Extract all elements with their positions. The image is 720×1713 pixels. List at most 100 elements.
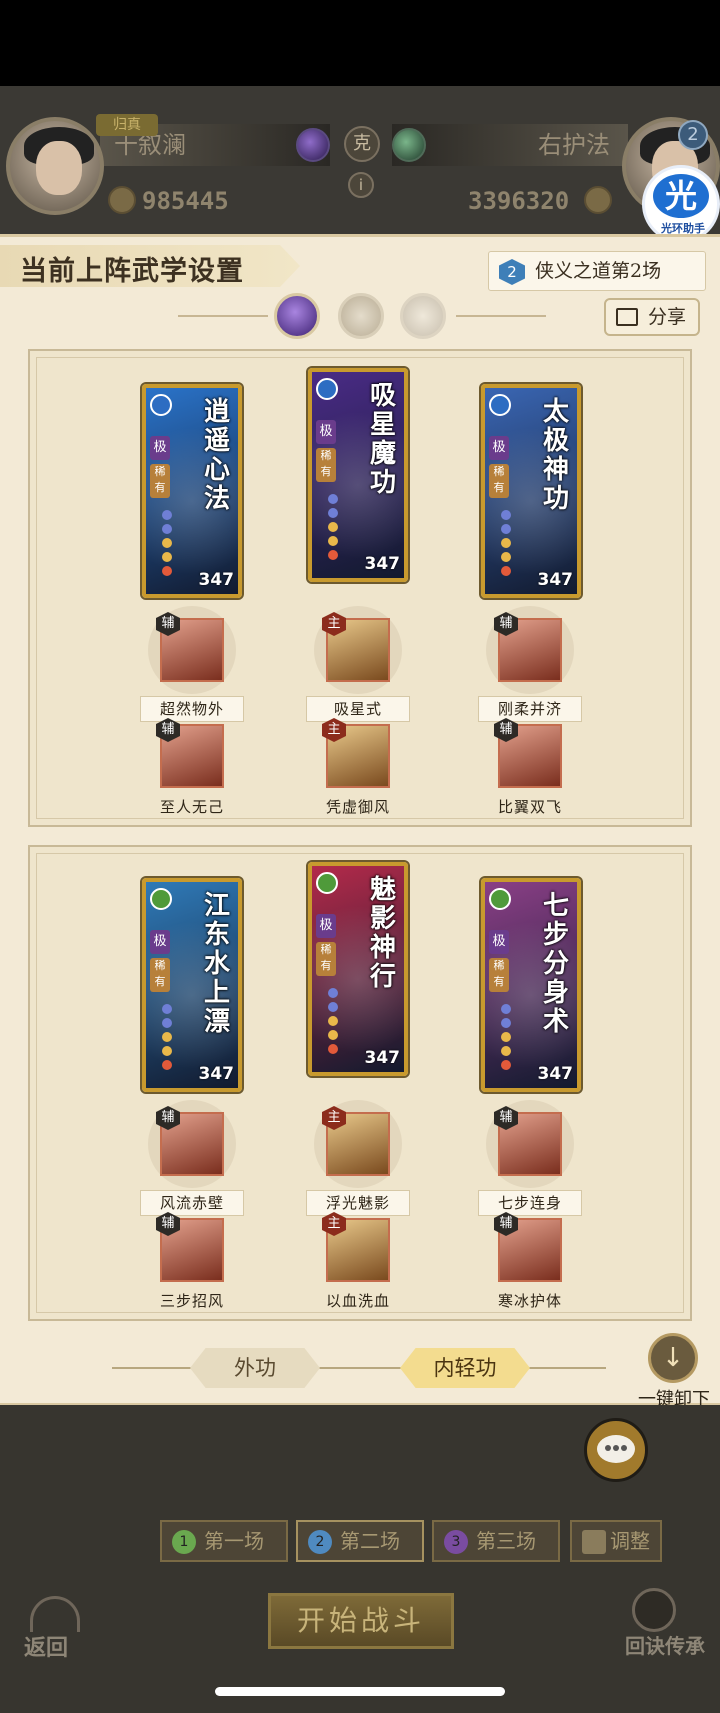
info-icon[interactable]: i — [348, 172, 374, 198]
skill-card[interactable]: 极稀有 吸星魔功 347 — [308, 368, 408, 582]
skill-slot[interactable]: 主 — [320, 718, 396, 794]
card-power: 347 — [537, 1064, 574, 1084]
card-grade-badge: 极 — [316, 914, 336, 938]
fight3-button[interactable]: 3 第三场 — [432, 1520, 560, 1562]
card-rarity-badge: 稀有 — [150, 958, 170, 992]
tab-outer-skill[interactable]: 外功 — [190, 1348, 320, 1388]
moon-type-tab[interactable] — [274, 293, 320, 339]
skill-slot[interactable]: 辅 — [148, 606, 236, 694]
crescent-type-tab[interactable] — [400, 293, 446, 339]
skill-slot[interactable]: 辅 — [486, 1100, 574, 1188]
right-gold-icon — [584, 186, 612, 214]
moon-orb-icon — [296, 128, 330, 162]
card-title: 吸星魔功 — [369, 381, 396, 498]
card-title: 七步分身术 — [542, 891, 569, 1037]
fight2-button[interactable]: 2 第二场 — [296, 1520, 424, 1562]
card-level-dots — [152, 1000, 192, 1070]
left-gold-icon — [108, 186, 136, 214]
skill-slot[interactable]: 辅 — [492, 1212, 568, 1288]
skill-card[interactable]: 极稀有 魅影神行 347 — [308, 862, 408, 1076]
round-number-badge: 2 — [499, 259, 525, 285]
skill-slot[interactable]: 辅 — [148, 1100, 236, 1188]
section-title-ribbon: 当前上阵武学设置 — [0, 245, 300, 287]
assistant-logo-icon: 光 — [653, 174, 709, 218]
chat-button[interactable] — [584, 1418, 648, 1482]
card-grade-badge: 极 — [489, 930, 509, 954]
card-rarity-badge: 稀有 — [150, 464, 170, 498]
skill-slot[interactable]: 辅 — [154, 718, 230, 794]
versus-bar: 十叙澜 右护法 985445 3396320 克 i — [0, 86, 720, 234]
recall-icon — [632, 1588, 676, 1632]
card-grade-badge: 极 — [150, 930, 170, 954]
card-level-dots — [318, 984, 358, 1054]
sun-type-tab[interactable] — [338, 293, 384, 339]
card-grade-badge: 极 — [316, 420, 336, 444]
skill-name: 寒冰护体 — [497, 1292, 562, 1310]
left-player-avatar[interactable] — [6, 117, 104, 215]
skill-slot[interactable]: 辅 — [492, 718, 568, 794]
right-gold-value: 3396320 — [468, 187, 570, 215]
back-button[interactable]: 返回 — [20, 1588, 90, 1661]
skill-card[interactable]: 极稀有 逍遥心法 347 — [142, 384, 242, 598]
adjust-button[interactable]: 调整 — [570, 1520, 662, 1562]
right-player-name: 右护法 — [538, 131, 610, 159]
card-type-icon — [316, 872, 338, 894]
left-player-title-tag: 归真 — [96, 114, 158, 136]
skill-slot[interactable]: 主 — [314, 1100, 402, 1188]
skill-slot[interactable]: 主 — [314, 606, 402, 694]
skill-card[interactable]: 极稀有 七步分身术 347 — [481, 878, 581, 1092]
round-indicator: 2 侠义之道第2场 — [488, 251, 706, 291]
skill-card[interactable]: 极稀有 江东水上漂 347 — [142, 878, 242, 1092]
card-power: 347 — [364, 554, 401, 574]
round-label: 侠义之道第2场 — [535, 260, 662, 282]
card-level-dots — [491, 1000, 531, 1070]
card-title: 魅影神行 — [369, 875, 396, 992]
card-type-icon — [489, 888, 511, 910]
card-power: 347 — [364, 1048, 401, 1068]
card-rarity-badge: 稀有 — [489, 464, 509, 498]
card-rarity-badge: 稀有 — [316, 942, 336, 976]
skill-slot[interactable]: 主 — [320, 1212, 396, 1288]
recall-inheritance-button[interactable]: 回诀传承 — [610, 1588, 720, 1658]
unload-icon: ↓ — [662, 1343, 684, 1373]
card-level-dots — [491, 506, 531, 576]
fight1-button[interactable]: 1 第一场 — [160, 1520, 288, 1562]
start-battle-button[interactable]: 开始战斗 — [268, 1593, 454, 1649]
left-gold-value: 985445 — [142, 187, 229, 215]
game-screen: 十叙澜 右护法 985445 3396320 克 i 归真 2 光 光环助手 当… — [0, 0, 720, 1713]
skill-name: 以血洗血 — [325, 1292, 390, 1310]
skill-name: 三步招风 — [159, 1292, 224, 1310]
card-type-icon — [316, 378, 338, 400]
share-button[interactable]: 分享 — [604, 298, 700, 336]
card-title: 江东水上漂 — [203, 891, 230, 1037]
section-title: 当前上阵武学设置 — [20, 256, 244, 287]
card-rarity-badge: 稀有 — [316, 448, 336, 482]
card-level-dots — [152, 506, 192, 576]
card-title: 逍遥心法 — [203, 397, 230, 514]
divider-left — [178, 315, 268, 317]
card-power: 347 — [198, 1064, 235, 1084]
assistant-floating-button[interactable]: 光 光环助手 — [642, 165, 720, 243]
card-type-icon — [150, 888, 172, 910]
home-indicator — [215, 1687, 505, 1696]
card-type-icon — [150, 394, 172, 416]
card-rarity-badge: 稀有 — [489, 958, 509, 992]
tab-inner-light-skill[interactable]: 内轻功 — [400, 1348, 530, 1388]
skill-name: 至人无己 — [159, 798, 224, 816]
divider-right — [456, 315, 546, 317]
crescent-orb-icon — [392, 128, 426, 162]
adjust-icon — [582, 1530, 606, 1554]
card-title: 太极神功 — [542, 397, 569, 514]
card-grade-badge: 极 — [150, 436, 170, 460]
unload-all-button[interactable]: ↓ — [648, 1333, 698, 1383]
tab-divider — [112, 1367, 606, 1369]
skill-card[interactable]: 极稀有 太极神功 347 — [481, 384, 581, 598]
card-power: 347 — [537, 570, 574, 590]
right-name-bar: 右护法 — [392, 124, 628, 166]
card-power: 347 — [198, 570, 235, 590]
skill-slot[interactable]: 辅 — [486, 606, 574, 694]
counter-badge: 克 — [344, 126, 380, 162]
share-icon — [616, 308, 638, 326]
skill-slot[interactable]: 辅 — [154, 1212, 230, 1288]
right-player-level: 2 — [678, 120, 708, 150]
